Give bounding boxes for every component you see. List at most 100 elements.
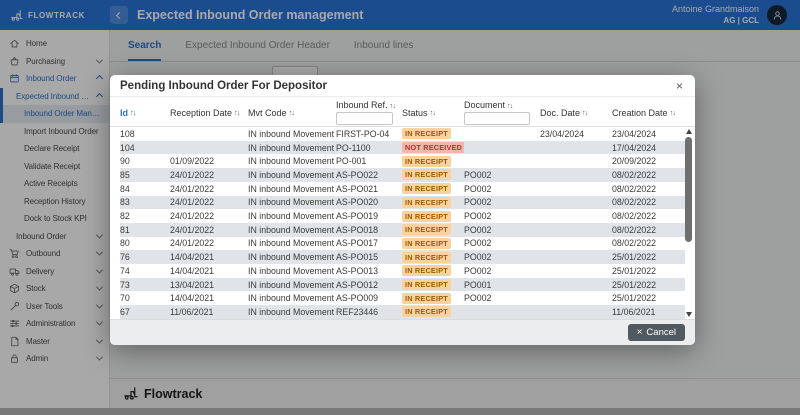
cell-creationDate: 08/02/2022 [612, 225, 685, 235]
cell-inboundRef: FIRST-PO-04 [336, 129, 402, 139]
cell-document: PO001 [464, 280, 540, 290]
sort-icon: ↑↓ [507, 101, 513, 110]
sort-icon: ↑↓ [289, 108, 295, 117]
column-header-status[interactable]: Status↑↓ [402, 99, 464, 126]
cell-receptionDate: 14/04/2021 [170, 293, 248, 303]
column-header-id[interactable]: Id↑↓ [120, 99, 170, 126]
cell-creationDate: 25/01/2022 [612, 266, 685, 276]
cell-inboundRef: AS-PO009 [336, 293, 402, 303]
cell-id: 80 [120, 238, 170, 248]
cell-mvtCode: IN inbound Movement [248, 266, 336, 276]
status-badge: IN RECEIPT [402, 224, 451, 235]
status-badge: IN RECEIPT [402, 197, 451, 208]
scroll-down-icon[interactable] [686, 312, 692, 317]
cell-status: IN RECEIPT [402, 169, 464, 180]
column-label: Id [120, 108, 128, 118]
cell-status: IN RECEIPT [402, 197, 464, 208]
cell-mvtCode: IN inbound Movement [248, 143, 336, 153]
status-badge: IN RECEIPT [402, 156, 451, 167]
cell-document: PO002 [464, 225, 540, 235]
column-label: Status [402, 108, 428, 118]
cell-creationDate: 25/01/2022 [612, 252, 685, 262]
cell-creationDate: 08/02/2022 [612, 184, 685, 194]
column-header-reception-date[interactable]: Reception Date↑↓ [170, 99, 248, 126]
column-label: Reception Date [170, 108, 232, 118]
cell-inboundRef: PO-1100 [336, 143, 402, 153]
scroll-up-icon[interactable] [686, 129, 692, 134]
filter-input-document[interactable] [464, 112, 530, 125]
column-header-document[interactable]: Document↑↓ [464, 99, 540, 126]
table-row[interactable]: 7414/04/2021IN inbound MovementAS-PO013I… [120, 264, 685, 278]
cell-status: IN RECEIPT [402, 238, 464, 249]
column-header-mvt-code[interactable]: Mvt Code↑↓ [248, 99, 336, 126]
cell-mvtCode: IN inbound Movement [248, 280, 336, 290]
column-header-doc-date[interactable]: Doc. Date↑↓ [540, 99, 612, 126]
filter-input-inbound-ref[interactable] [336, 112, 393, 125]
cell-status: NOT RECEIVED [402, 142, 464, 153]
cell-mvtCode: IN inbound Movement [248, 225, 336, 235]
cancel-button[interactable]: × Cancel [628, 324, 685, 341]
table-row[interactable]: 108IN inbound MovementFIRST-PO-04IN RECE… [120, 127, 685, 141]
cell-document: PO002 [464, 197, 540, 207]
table-row[interactable]: 8224/01/2022IN inbound MovementAS-PO019I… [120, 209, 685, 223]
cell-id: 67 [120, 307, 170, 317]
cell-id: 74 [120, 266, 170, 276]
cell-mvtCode: IN inbound Movement [248, 307, 336, 317]
table-row[interactable]: 104IN inbound MovementPO-1100NOT RECEIVE… [120, 141, 685, 155]
cell-receptionDate: 11/06/2021 [170, 307, 248, 317]
cell-receptionDate: 14/04/2021 [170, 252, 248, 262]
cell-inboundRef: AS-PO020 [336, 197, 402, 207]
sort-icon: ↑↓ [130, 108, 136, 117]
status-badge: IN RECEIPT [402, 306, 451, 317]
table-row[interactable]: 8524/01/2022IN inbound MovementAS-PO022I… [120, 168, 685, 182]
cell-inboundRef: AS-PO022 [336, 170, 402, 180]
table-row[interactable]: 6711/06/2021IN inbound MovementREF23446I… [120, 305, 685, 319]
cell-status: IN RECEIPT [402, 306, 464, 317]
table-header: Id↑↓Reception Date↑↓Mvt Code↑↓Inbound Re… [110, 97, 695, 127]
status-badge: IN RECEIPT [402, 279, 451, 290]
table-row[interactable]: 8424/01/2022IN inbound MovementAS-PO021I… [120, 182, 685, 196]
cell-inboundRef: PO-001 [336, 156, 402, 166]
cell-creationDate: 23/04/2024 [612, 129, 685, 139]
cell-inboundRef: REF23446 [336, 307, 402, 317]
table-rows: 108IN inbound MovementFIRST-PO-04IN RECE… [120, 127, 685, 319]
cell-inboundRef: AS-PO013 [336, 266, 402, 276]
status-badge: IN RECEIPT [402, 183, 451, 194]
cell-creationDate: 08/02/2022 [612, 211, 685, 221]
cell-inboundRef: AS-PO012 [336, 280, 402, 290]
cell-status: IN RECEIPT [402, 224, 464, 235]
modal-footer: × Cancel [110, 319, 695, 345]
table-row[interactable]: 7313/04/2021IN inbound MovementAS-PO012I… [120, 278, 685, 292]
cell-receptionDate: 13/04/2021 [170, 280, 248, 290]
scrollbar-thumb[interactable] [685, 137, 692, 242]
cell-mvtCode: IN inbound Movement [248, 129, 336, 139]
table-row[interactable]: 7614/04/2021IN inbound MovementAS-PO015I… [120, 250, 685, 264]
cell-inboundRef: AS-PO019 [336, 211, 402, 221]
app-screen: FLOWTRACK Expected Inbound Order managem… [0, 0, 800, 415]
cell-creationDate: 11/06/2021 [612, 307, 685, 317]
column-header-inbound-ref[interactable]: Inbound Ref.↑↓ [336, 99, 402, 126]
cell-receptionDate: 24/01/2022 [170, 225, 248, 235]
table-row[interactable]: 8024/01/2022IN inbound MovementAS-PO017I… [120, 237, 685, 251]
cell-creationDate: 08/02/2022 [612, 170, 685, 180]
cell-id: 108 [120, 129, 170, 139]
cell-document: PO002 [464, 211, 540, 221]
table-row[interactable]: 8124/01/2022IN inbound MovementAS-PO018I… [120, 223, 685, 237]
table-row[interactable]: 8324/01/2022IN inbound MovementAS-PO020I… [120, 196, 685, 210]
cell-document: PO002 [464, 184, 540, 194]
cancel-button-label: Cancel [646, 327, 676, 338]
cell-receptionDate: 24/01/2022 [170, 238, 248, 248]
column-label: Doc. Date [540, 108, 580, 118]
table-row[interactable]: 9001/09/2022IN inbound MovementPO-001IN … [120, 154, 685, 168]
cell-creationDate: 25/01/2022 [612, 280, 685, 290]
column-header-creation-date[interactable]: Creation Date↑↓ [612, 99, 685, 126]
cell-mvtCode: IN inbound Movement [248, 184, 336, 194]
cell-mvtCode: IN inbound Movement [248, 238, 336, 248]
cell-inboundRef: AS-PO021 [336, 184, 402, 194]
cell-status: IN RECEIPT [402, 279, 464, 290]
sort-icon: ↑↓ [670, 108, 676, 117]
sort-icon: ↑↓ [430, 108, 436, 117]
table-row[interactable]: 7014/04/2021IN inbound MovementAS-PO009I… [120, 291, 685, 305]
close-icon[interactable]: × [674, 80, 685, 92]
cell-creationDate: 08/02/2022 [612, 238, 685, 248]
